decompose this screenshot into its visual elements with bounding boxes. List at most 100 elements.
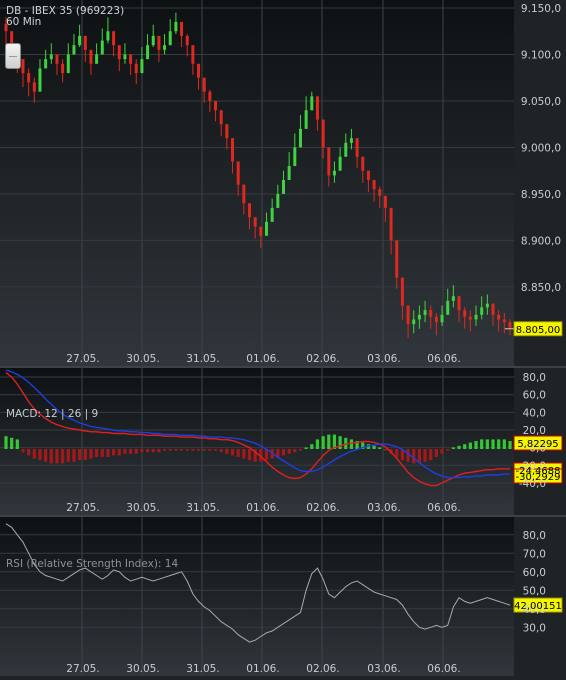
- macd-histogram-bar: [378, 447, 382, 449]
- price-x-tick-label: 03.06.: [367, 353, 400, 365]
- price-y-tick-label: 9.050,0: [521, 96, 561, 108]
- macd-histogram-bar: [451, 447, 455, 449]
- candle-body: [491, 303, 495, 315]
- chart-stage: 27.05. 30.05. 31.05. 01.06. 02.06. 03.06. 06.0…: [0, 0, 566, 676]
- candle-body: [400, 277, 404, 306]
- candle-body: [163, 45, 167, 50]
- price-y-tick-label: 9.150,0: [521, 3, 561, 15]
- price-x-tick-label: 31.05.: [186, 353, 219, 365]
- macd-histogram-bar: [315, 439, 320, 449]
- candle-body: [236, 161, 240, 185]
- macd-panel: [0, 368, 514, 515]
- macd-histogram-bar: [168, 449, 172, 451]
- macd-histogram-bar: [395, 449, 399, 457]
- macd-histogram-bar: [236, 449, 240, 457]
- macd-histogram-bar: [468, 442, 472, 449]
- candle-body: [497, 314, 501, 320]
- macd-histogram-bar: [429, 449, 433, 461]
- candle-body: [140, 59, 144, 74]
- candle-body: [157, 35, 161, 50]
- price-y-tick-label: 9.000,0: [521, 142, 561, 154]
- macd-histogram-bar: [474, 441, 478, 449]
- macd-x-tick-label: 31.05.: [186, 502, 219, 514]
- candle-body: [123, 54, 127, 60]
- last-value-label: 8.805,00: [516, 325, 561, 336]
- macd-histogram-bar: [202, 449, 206, 451]
- candle-body: [242, 184, 246, 204]
- macd-histogram-bar: [191, 449, 195, 451]
- candle-body: [321, 119, 325, 148]
- macd-histogram-bar: [463, 444, 467, 449]
- macd-histogram-bar: [185, 449, 189, 451]
- rsi-y-tick-label: 30,0: [523, 622, 546, 634]
- macd-histogram-bar: [293, 449, 297, 453]
- macd-histogram-value-label: 5,82295: [517, 439, 558, 450]
- macd-histogram-bar: [412, 449, 416, 464]
- candle-body: [264, 221, 268, 236]
- macd-histogram-bar: [78, 449, 82, 461]
- rsi-x-tick-label: 31.05.: [186, 663, 219, 675]
- candle-body: [72, 45, 76, 55]
- candle-body: [389, 207, 393, 241]
- macd-histogram-bar: [15, 439, 19, 449]
- drag-handle[interactable]: [5, 43, 21, 69]
- candle-body: [21, 59, 25, 74]
- rsi-panel: [0, 517, 514, 676]
- macd-histogram-bar: [480, 439, 484, 449]
- candle-body: [327, 147, 331, 176]
- candle-body: [151, 35, 155, 46]
- macd-histogram-bar: [157, 449, 161, 453]
- candle-body: [395, 240, 399, 278]
- candle-body: [276, 193, 280, 208]
- candle-body: [383, 195, 387, 208]
- macd-histogram-bar: [4, 436, 8, 449]
- macd-histogram-bar: [174, 449, 178, 451]
- candle-body: [259, 226, 263, 236]
- candle-body: [117, 45, 121, 60]
- candle-body: [281, 180, 285, 194]
- candle-body: [434, 316, 438, 323]
- macd-histogram-bar: [111, 449, 116, 456]
- macd-histogram-bar: [372, 445, 376, 449]
- macd-histogram-bar: [485, 439, 489, 449]
- candle-body: [66, 54, 70, 74]
- macd-histogram-bar: [457, 445, 461, 449]
- macd-histogram-bar: [44, 449, 48, 462]
- macd-histogram-bar: [502, 439, 506, 449]
- price-x-tick-label: 02.06.: [306, 353, 339, 365]
- candle-body: [78, 35, 82, 46]
- candle-body: [463, 310, 467, 317]
- candle-body: [95, 54, 99, 64]
- price-y-tick-label: 8.850,0: [521, 282, 561, 294]
- candle-body: [270, 207, 274, 222]
- candle-body: [231, 138, 235, 162]
- candle-body: [287, 166, 291, 180]
- rsi-y-tick-label: 80,0: [523, 530, 546, 542]
- candle-body: [310, 96, 314, 111]
- macd-histogram-bar: [242, 449, 246, 459]
- candle-body: [485, 303, 489, 308]
- candle-body: [129, 54, 133, 64]
- candle-body: [225, 124, 229, 139]
- price-x-tick-label: 01.06.: [246, 353, 279, 365]
- macd-histogram-bar: [32, 449, 36, 459]
- macd-x-tick-label: 03.06.: [367, 502, 400, 514]
- candle-body: [180, 21, 184, 36]
- candle-body: [361, 156, 365, 171]
- macd-x-tick-label: 01.06.: [246, 502, 279, 514]
- candle-body: [457, 296, 461, 311]
- candle-body: [44, 59, 48, 69]
- candle-body: [298, 128, 302, 148]
- macd-histogram-bar: [38, 449, 42, 461]
- rsi-y-tick-label: 70,0: [523, 548, 546, 560]
- macd-histogram-bar: [423, 449, 427, 462]
- macd-histogram-bar: [196, 449, 201, 451]
- macd-histogram-bar: [21, 449, 25, 453]
- candle-body: [185, 35, 189, 46]
- macd-histogram-bar: [327, 434, 331, 449]
- candle-body: [32, 82, 36, 92]
- macd-x-tick-label: 30.05.: [126, 502, 159, 514]
- candle-body: [304, 110, 308, 129]
- macd-y-tick-label: 20,0: [523, 425, 546, 437]
- macd-histogram-bar: [497, 439, 501, 449]
